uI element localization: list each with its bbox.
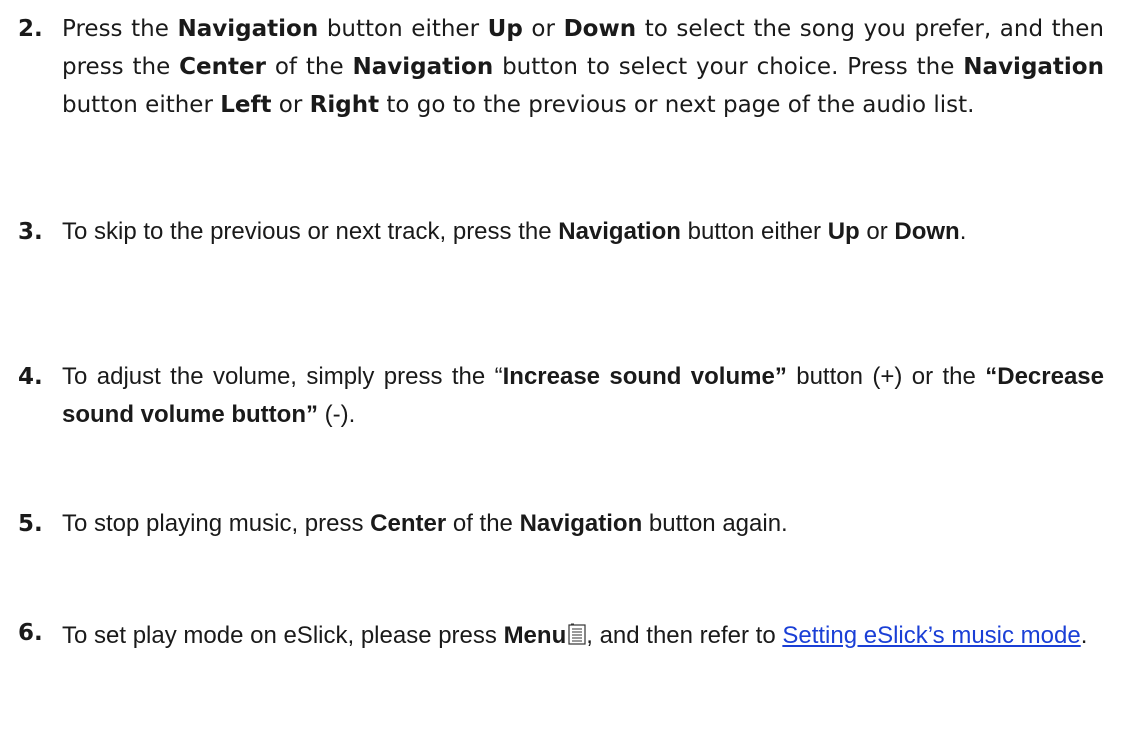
bold-term: Down: [894, 218, 960, 245]
step-number: 5.: [18, 511, 43, 537]
text-run: button to select your choice. Press the: [493, 54, 964, 80]
text-run: button either: [62, 92, 221, 118]
bold-term: Right: [309, 92, 380, 118]
step-2: 2. Press the Navigation button either Up…: [18, 10, 1104, 124]
step-4: 4. To adjust the volume, simply press th…: [18, 358, 1104, 434]
setting-music-mode-link[interactable]: Setting eSlick’s music mode: [782, 622, 1080, 649]
text-run: button either: [318, 16, 488, 42]
text-run: button either: [680, 218, 828, 245]
bold-term: Up: [487, 16, 523, 42]
step-3: 3. To skip to the previous or next track…: [18, 213, 1104, 251]
text-run: or: [522, 16, 564, 42]
step-number: 6.: [18, 620, 43, 646]
bold-term: Center: [179, 54, 266, 80]
step-text: Press the Navigation button either Up or…: [18, 10, 1104, 124]
text-run: .: [959, 218, 967, 245]
bold-term: Navigation: [177, 16, 319, 42]
text-run: To set play mode on eSlick, please press: [62, 622, 504, 649]
text-run: To skip to the previous or next track, p…: [62, 218, 559, 245]
bold-term: Navigation: [558, 218, 681, 245]
step-5: 5. To stop playing music, press Center o…: [18, 505, 1104, 543]
text-run: or: [271, 92, 310, 118]
text-run: .: [1080, 622, 1088, 649]
step-number: 3.: [18, 219, 43, 245]
bold-term: Center: [370, 510, 447, 537]
step-text: To set play mode on eSlick, please press…: [18, 614, 1104, 658]
bold-term: Navigation: [352, 54, 494, 80]
text-run: of the: [265, 54, 353, 80]
bold-term: Down: [563, 16, 637, 42]
bold-term: Increase sound volume”: [502, 363, 787, 390]
text-run: To stop playing music, press: [62, 510, 371, 537]
text-run: , and then refer to: [586, 622, 783, 649]
text-run: Press the: [62, 16, 178, 42]
text-run: to go to the previous or next page of th…: [379, 92, 975, 118]
step-number: 2.: [18, 16, 43, 42]
step-number: 4.: [18, 364, 43, 390]
bold-term: Navigation: [519, 510, 643, 537]
step-text: To stop playing music, press Center of t…: [18, 505, 1104, 543]
text-run: of the: [446, 510, 520, 537]
text-run: button (+) or the: [786, 363, 986, 390]
text-run: button again.: [642, 510, 788, 537]
bold-term: Up: [827, 218, 860, 245]
bold-term: Navigation: [963, 54, 1104, 80]
step-6: 6. To set play mode on eSlick, please pr…: [18, 614, 1104, 658]
bold-term: Left: [220, 92, 272, 118]
text-run: (-).: [317, 401, 356, 428]
bold-term: Menu: [503, 622, 567, 649]
text-run: or: [859, 218, 895, 245]
step-text: To skip to the previous or next track, p…: [18, 213, 1104, 251]
menu-list-icon: [568, 616, 586, 645]
step-text: To adjust the volume, simply press the “…: [18, 358, 1104, 434]
text-run: To adjust the volume, simply press the “: [62, 363, 503, 390]
